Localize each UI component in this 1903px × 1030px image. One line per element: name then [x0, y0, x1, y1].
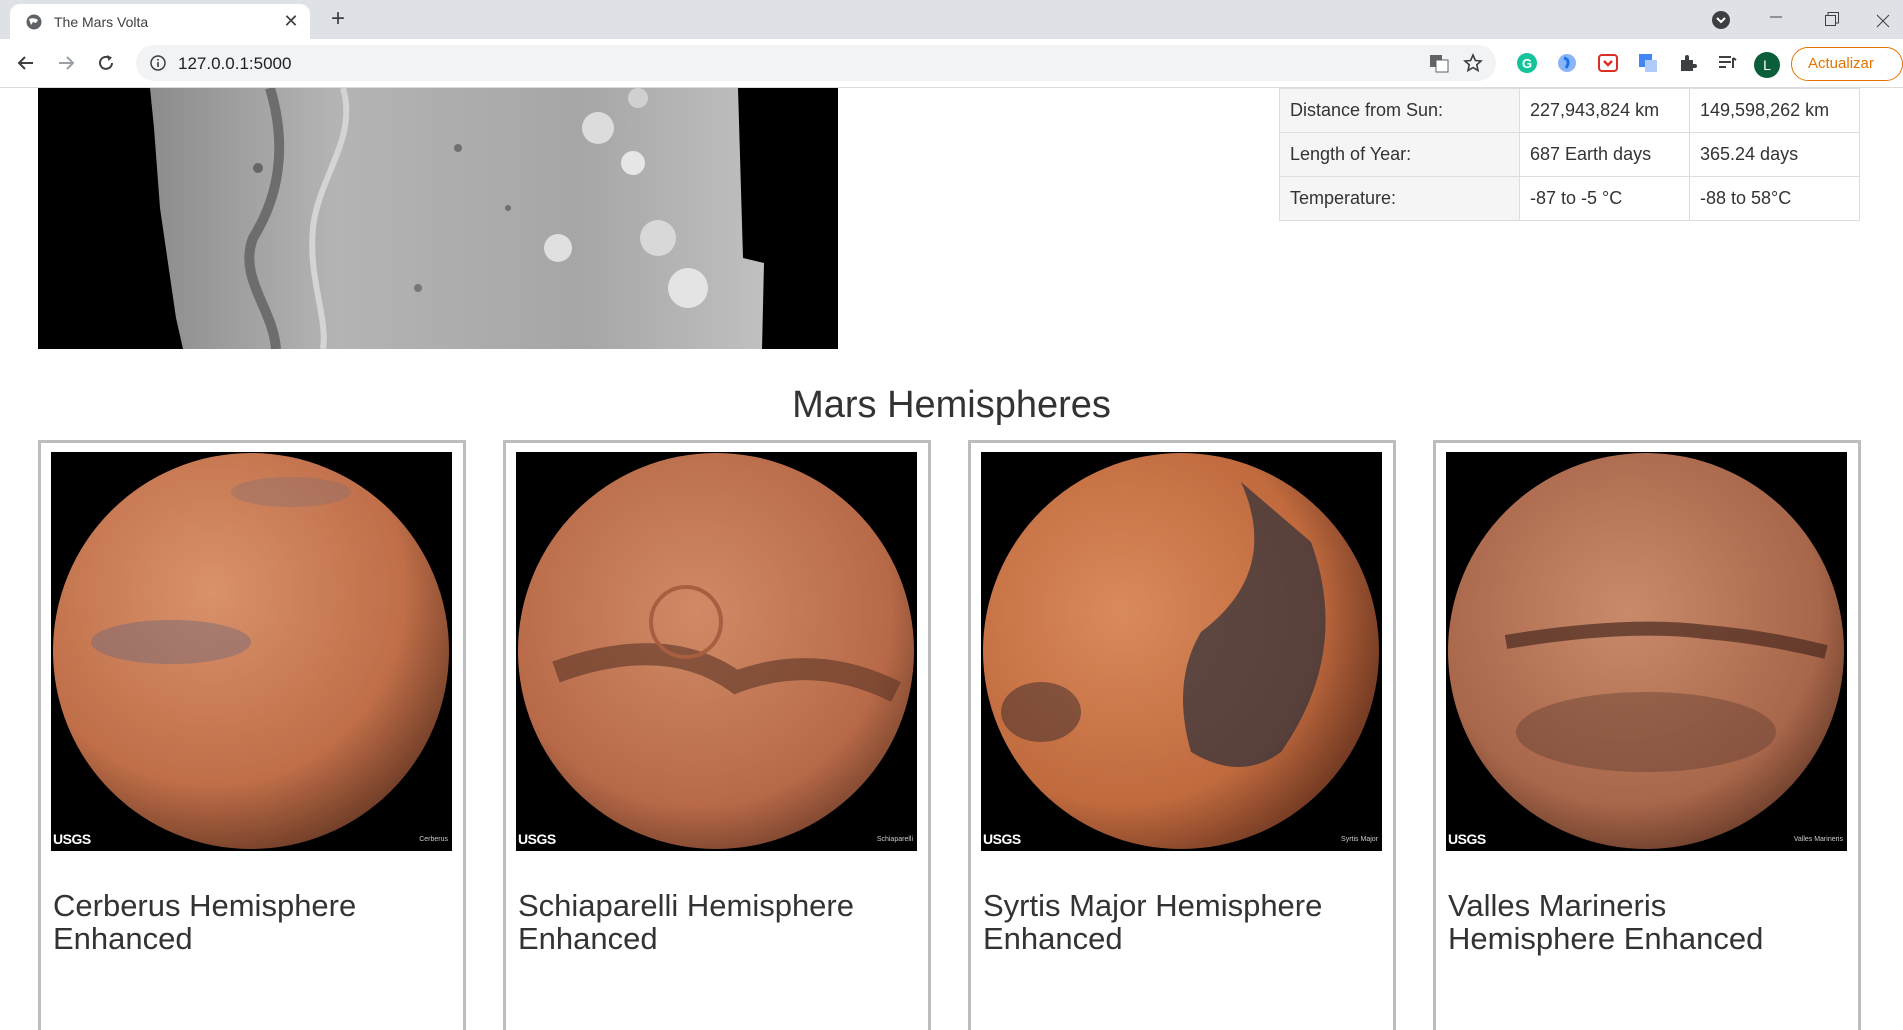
image-label: Schiaparelli [876, 836, 913, 843]
table-row: Distance from Sun: 227,943,824 km 149,59… [1279, 88, 1860, 133]
hemisphere-card-syrtis-major[interactable]: USGS Syrtis Major Syrtis Major Hemispher… [968, 440, 1396, 1030]
fact-label: Temperature: [1279, 176, 1520, 221]
hemisphere-card-valles-marineris[interactable]: USGS Valles Marineris Valles Marineris H… [1433, 440, 1861, 1030]
forward-arrow-icon [59, 56, 75, 70]
minimize-button[interactable] [1753, 4, 1799, 34]
fact-label: Distance from Sun: [1279, 88, 1520, 133]
extensions-puzzle-icon[interactable] [1677, 52, 1699, 74]
minimize-icon [1770, 16, 1782, 18]
url-text[interactable]: 127.0.0.1:5000 [178, 54, 291, 74]
mars-facts-table: Distance from Sun: 227,943,824 km 149,59… [1279, 88, 1860, 221]
hemisphere-card-cerberus[interactable]: USGS Cerberus Cerberus Hemisphere Enhanc… [38, 440, 466, 1030]
hemisphere-image[interactable]: USGS Schiaparelli [516, 452, 917, 851]
tab-strip: The Mars Volta ✕ + [0, 0, 1903, 39]
hemispheres-heading: Mars Hemispheres [792, 384, 1111, 426]
close-window-button[interactable] [1863, 4, 1903, 34]
reload-button[interactable] [90, 47, 122, 79]
pocket-extension-icon[interactable] [1597, 52, 1619, 74]
usgs-logo: USGS [53, 831, 91, 847]
chevron-down-icon [1712, 11, 1730, 29]
usgs-logo: USGS [1448, 831, 1486, 847]
mars-value: 687 Earth days [1519, 132, 1690, 177]
page-content: Distance from Sun: 227,943,824 km 149,59… [0, 88, 1903, 1030]
hemisphere-title[interactable]: Syrtis Major Hemisphere Enhanced [983, 889, 1363, 955]
grammarly-extension-icon[interactable]: G [1516, 52, 1538, 74]
tab-search-button[interactable] [1698, 4, 1744, 34]
new-tab-button[interactable]: + [324, 6, 352, 34]
back-arrow-icon [17, 56, 33, 70]
image-label: Valles Marineris [1793, 836, 1843, 843]
close-tab-icon[interactable]: ✕ [280, 10, 302, 32]
fact-label: Length of Year: [1279, 132, 1520, 177]
hemisphere-title[interactable]: Schiaparelli Hemisphere Enhanced [518, 889, 898, 955]
table-row: Temperature: -87 to -5 °C -88 to 58°C [1279, 176, 1860, 221]
earth-value: 149,598,262 km [1689, 88, 1860, 133]
browser-tab[interactable]: The Mars Volta ✕ [10, 4, 310, 39]
update-button[interactable]: Actualizar [1791, 47, 1903, 81]
image-label: Syrtis Major [1341, 836, 1378, 843]
bookmark-star-icon[interactable] [1462, 52, 1484, 74]
hemisphere-image[interactable]: USGS Valles Marineris [1446, 452, 1847, 851]
hemisphere-image[interactable]: USGS Cerberus [51, 452, 452, 851]
featured-mars-image [38, 88, 838, 349]
restore-button[interactable] [1809, 4, 1855, 34]
address-bar[interactable]: 127.0.0.1:5000 [136, 45, 1496, 81]
translate-icon[interactable] [1428, 52, 1450, 74]
earth-value: -88 to 58°C [1689, 176, 1860, 221]
image-label: Cerberus [419, 836, 448, 843]
globe-icon [26, 14, 42, 30]
update-button-label: Actualizar [1808, 55, 1874, 72]
browser-toolbar: 127.0.0.1:5000 G L Actualizar [0, 39, 1903, 88]
table-row: Length of Year: 687 Earth days 365.24 da… [1279, 132, 1860, 177]
mars-value: -87 to -5 °C [1519, 176, 1690, 221]
reload-icon [99, 55, 113, 70]
hemisphere-title[interactable]: Valles Marineris Hemisphere Enhanced [1448, 889, 1828, 955]
google-translate-extension-icon[interactable] [1637, 52, 1659, 74]
back-button[interactable] [10, 47, 42, 79]
profile-avatar[interactable]: L [1754, 52, 1780, 78]
hemisphere-image[interactable]: USGS Syrtis Major [981, 452, 1382, 851]
tab-title: The Mars Volta [54, 14, 149, 30]
close-icon [1876, 14, 1890, 28]
restore-icon [1825, 12, 1839, 26]
reading-list-icon[interactable] [1716, 52, 1738, 74]
svg-text:G: G [1522, 56, 1532, 71]
mars-value: 227,943,824 km [1519, 88, 1690, 133]
hemisphere-title[interactable]: Cerberus Hemisphere Enhanced [53, 889, 433, 955]
usgs-logo: USGS [983, 831, 1021, 847]
hemisphere-card-schiaparelli[interactable]: USGS Schiaparelli Schiaparelli Hemispher… [503, 440, 931, 1030]
forward-button[interactable] [50, 47, 82, 79]
info-icon[interactable] [150, 55, 166, 71]
extension-blue-icon[interactable] [1556, 52, 1578, 74]
earth-value: 365.24 days [1689, 132, 1860, 177]
usgs-logo: USGS [518, 831, 556, 847]
